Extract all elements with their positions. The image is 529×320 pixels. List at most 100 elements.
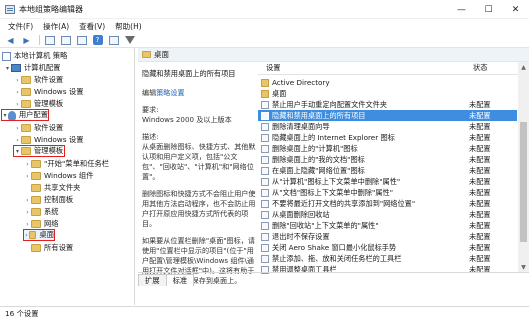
scroll-down-arrow-icon[interactable]: ▼ — [518, 262, 529, 272]
back-arrow-icon[interactable]: ◀ — [4, 34, 17, 46]
tree-item-control-panel[interactable]: › 控制面板 — [24, 194, 73, 206]
folder-icon — [31, 184, 41, 192]
expand-arrow-icon[interactable]: › — [14, 89, 21, 96]
tree-item-root[interactable]: 本地计算机 策略 — [2, 50, 67, 62]
policy-title: 隐藏和禁用桌面上的所有项目 — [142, 69, 236, 78]
setting-name: 禁止用户手动重定向配置文件文件夹 — [272, 99, 388, 109]
scroll-up-arrow-icon[interactable]: ▲ — [518, 62, 529, 72]
expand-arrow-icon[interactable]: › — [14, 101, 21, 108]
list-item-setting[interactable]: 禁止添加、拖、放和关闭任务栏的工具栏 未配置 — [258, 253, 517, 264]
list-item-setting[interactable]: 禁止用户手动重定向配置文件文件夹 未配置 — [258, 99, 517, 110]
list-item-folder[interactable]: 桌面 — [258, 88, 517, 99]
setting-name: 删除"回收站"上下文菜单的"属性" — [272, 220, 379, 230]
export-button[interactable] — [75, 34, 88, 46]
filter-button[interactable] — [123, 34, 136, 46]
maximize-button[interactable]: ☐ — [475, 0, 502, 19]
description-block: 描述: 从桌面删除图标、快捷方式、其他默认项和用户定义项，包括"公文包"、"回收… — [142, 132, 258, 182]
tree-item-start-menu[interactable]: › "开始"菜单和任务栏 — [24, 158, 109, 170]
scroll-thumb[interactable] — [520, 122, 527, 242]
tree-label: 控制面板 — [44, 195, 74, 204]
menu-file[interactable]: 文件(F) — [3, 21, 38, 32]
tree-item-windows-settings[interactable]: › Windows 设置 — [14, 86, 84, 98]
expand-arrow-icon[interactable]: › — [24, 221, 31, 228]
policy-setting-icon — [261, 166, 269, 175]
column-header-state[interactable]: 状态 — [473, 63, 488, 73]
list-item-setting[interactable]: 删除清理桌面向导 未配置 — [258, 121, 517, 132]
setting-state: 未配置 — [469, 242, 491, 252]
expand-arrow-icon[interactable]: › — [14, 137, 21, 144]
tree-item-software-settings[interactable]: › 软件设置 — [14, 74, 63, 86]
policy-setting-icon — [261, 155, 269, 164]
menu-bar: 文件(F) 操作(A) 查看(V) 帮助(H) — [0, 19, 529, 33]
menu-help[interactable]: 帮助(H) — [110, 21, 147, 32]
tree-item-system[interactable]: › 系统 — [24, 206, 59, 218]
menu-view[interactable]: 查看(V) — [74, 21, 110, 32]
tree-item-windows-components[interactable]: › Windows 组件 — [24, 170, 94, 182]
forward-arrow-icon[interactable]: ▶ — [20, 34, 33, 46]
show-hide-tree-button[interactable] — [43, 34, 56, 46]
list-item-setting[interactable]: 从"计算机"图标上下文菜单中删除"属性" 未配置 — [258, 176, 517, 187]
tree-item-software-settings-user[interactable]: › 软件设置 — [14, 122, 63, 134]
folder-icon — [31, 160, 41, 168]
list-item-setting[interactable]: 从"文档"图标上下文菜单中删除"属性" 未配置 — [258, 187, 517, 198]
folder-icon — [142, 51, 151, 58]
list-item-setting[interactable]: 删除桌面上的"我的文档"图标 未配置 — [258, 154, 517, 165]
column-header-setting[interactable]: 设置 — [266, 63, 281, 73]
expand-arrow-icon[interactable]: › — [14, 125, 21, 132]
setting-state: 未配置 — [469, 143, 491, 153]
tree-label: 共享文件夹 — [44, 183, 81, 192]
vertical-scrollbar[interactable]: ▲ ▼ — [518, 62, 529, 272]
list-item-folder[interactable]: Active Directory — [258, 77, 517, 88]
list-item-setting[interactable]: 隐藏和禁用桌面上的所有项目 未配置 — [258, 110, 517, 121]
edit-line: 编辑策略设置 — [142, 88, 258, 98]
setting-state: 未配置 — [469, 198, 491, 208]
expand-arrow-icon[interactable]: › — [24, 197, 31, 204]
close-button[interactable]: ✕ — [502, 0, 529, 19]
list-item-setting[interactable]: 在桌面上隐藏"网络位置"图标 未配置 — [258, 165, 517, 176]
expand-arrow-icon[interactable]: › — [14, 77, 21, 84]
menu-action[interactable]: 操作(A) — [38, 21, 74, 32]
list-item-setting[interactable]: 退出时不保存设置 未配置 — [258, 231, 517, 242]
tree-label: Windows 组件 — [44, 171, 94, 180]
settings-count: 16 个设置 — [5, 308, 39, 318]
list-item-setting[interactable]: 关闭 Aero Shake 窗口最小化鼠标手势 未配置 — [258, 242, 517, 253]
help-icon: ? — [92, 35, 103, 45]
help-button[interactable]: ? — [91, 34, 104, 46]
tree-item-all-settings[interactable]: 所有设置 — [24, 242, 73, 254]
tab-extended[interactable]: 扩展 — [138, 274, 167, 286]
edit-policy-link[interactable]: 策略设置 — [156, 88, 184, 97]
expand-arrow-icon[interactable]: › — [24, 173, 31, 180]
minimize-button[interactable]: — — [448, 0, 475, 19]
tree-item-computer-config[interactable]: ▾ 计算机配置 — [4, 62, 60, 74]
setting-state: 未配置 — [469, 220, 491, 230]
collapse-arrow-icon[interactable]: ▾ — [4, 65, 11, 72]
tab-standard[interactable]: 标准 — [165, 274, 195, 286]
properties-button[interactable] — [107, 34, 120, 46]
expand-arrow-icon[interactable]: › — [24, 209, 31, 216]
setting-name: 禁止添加、拖、放和关闭任务栏的工具栏 — [272, 253, 402, 263]
list-item-setting[interactable]: 删除"回收站"上下文菜单的"属性" 未配置 — [258, 220, 517, 231]
setting-state: 未配置 — [469, 165, 491, 175]
tree-label: 管理模板 — [34, 99, 64, 108]
list-item-setting[interactable]: 隐藏桌面上的 Internet Explorer 图标 未配置 — [258, 132, 517, 143]
expand-arrow-icon[interactable]: › — [24, 161, 31, 168]
setting-name: 在桌面上隐藏"网络位置"图标 — [272, 165, 365, 175]
tree-item-desktop[interactable]: › 桌面 — [23, 229, 55, 241]
list-item-setting[interactable]: 不要将最近打开文档的共享添加到"网络位置" 未配置 — [258, 198, 517, 209]
policy-setting-icon — [261, 221, 269, 230]
description-paragraph: 删除图标和快捷方式不会阻止用户使用其他方法启动程序，也不会防止用户打开原应用快捷… — [142, 189, 256, 228]
setting-state: 未配置 — [469, 110, 491, 120]
list-item-setting[interactable]: 删除桌面上的"计算机"图标 未配置 — [258, 143, 517, 154]
setting-state: 未配置 — [469, 121, 491, 131]
view-button[interactable] — [59, 34, 72, 46]
tree-item-admin-templates-user[interactable]: ▾ 管理模板 — [13, 145, 65, 157]
policy-setting-icon — [261, 210, 269, 219]
description-label: 描述: — [142, 132, 159, 141]
list-item-setting[interactable]: 从桌面删除回收站 未配置 — [258, 209, 517, 220]
tree-item-user-config[interactable]: ▾ 用户配置 — [1, 109, 49, 121]
policy-setting-icon — [261, 177, 269, 186]
collapse-arrow-icon[interactable]: ▾ — [14, 148, 21, 155]
policy-setting-icon — [261, 133, 269, 142]
tree-item-shared-folders[interactable]: 共享文件夹 — [24, 182, 80, 194]
toolbar: ◀ ▶ ? — [0, 33, 529, 48]
